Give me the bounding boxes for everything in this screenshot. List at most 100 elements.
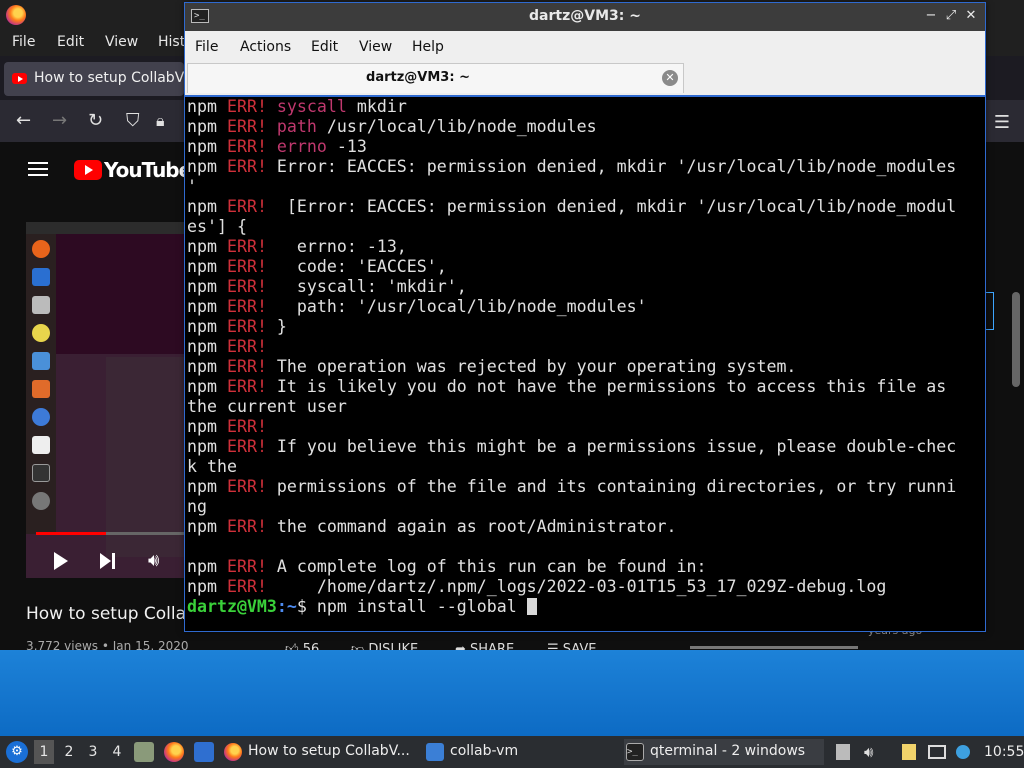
menu-view[interactable]: View bbox=[105, 34, 138, 50]
line-text: errno: -13, bbox=[266, 237, 407, 256]
line-text: npm bbox=[187, 437, 227, 456]
line-text: path: '/usr/local/lib/node_modules' bbox=[266, 297, 647, 316]
line-text: permissions of the file and its containi… bbox=[266, 477, 957, 496]
menu-view[interactable]: View bbox=[359, 39, 392, 55]
line-text: npm bbox=[187, 317, 227, 336]
prompt-path: :~ bbox=[276, 597, 297, 616]
video-frame-app-icon bbox=[32, 352, 50, 370]
line-text: /usr/local/lib/node_modules bbox=[316, 117, 597, 136]
terminal-tab[interactable]: dartz@VM3: ~ ✕ bbox=[187, 63, 684, 93]
restore-icon[interactable]: ⤢ bbox=[943, 8, 959, 23]
video-frame-app-icon bbox=[32, 268, 50, 286]
share-button[interactable]: ➦ SHARE bbox=[455, 642, 514, 650]
task-qterminal[interactable]: >_ qterminal - 2 windows bbox=[624, 739, 824, 765]
menu-help[interactable]: Help bbox=[412, 39, 444, 55]
play-icon[interactable] bbox=[54, 552, 68, 570]
taskbar: ⚙ 1 2 3 4 How to setup CollabV... collab… bbox=[0, 736, 1024, 768]
save-button[interactable]: ☰ SAVE bbox=[547, 642, 596, 650]
line-text: code: 'EACCES', bbox=[266, 257, 447, 276]
line-text: A complete log of this run can be found … bbox=[266, 557, 707, 576]
folder-icon bbox=[426, 743, 444, 761]
terminal-line: npm ERR! code: 'EACCES', bbox=[187, 257, 956, 277]
display-icon[interactable] bbox=[928, 745, 946, 759]
line-text: ' bbox=[187, 177, 197, 196]
browser-tab-youtube[interactable]: How to setup CollabVM bbox=[4, 62, 196, 96]
notes-icon[interactable] bbox=[902, 744, 916, 760]
share-label: SHARE bbox=[470, 642, 515, 650]
workspace-1[interactable]: 1 bbox=[34, 740, 54, 764]
youtube-logo-icon[interactable] bbox=[74, 160, 102, 180]
tab-close-icon[interactable]: ✕ bbox=[662, 70, 678, 86]
clipboard-icon[interactable] bbox=[836, 744, 850, 760]
menu-file[interactable]: File bbox=[12, 34, 35, 50]
terminal-prompt-line[interactable]: dartz@VM3:~$ npm install --global bbox=[187, 597, 956, 617]
browser-tab-title: How to setup CollabVM bbox=[34, 70, 197, 86]
next-icon[interactable] bbox=[100, 553, 116, 569]
video-frame-app-icon bbox=[32, 436, 50, 454]
terminal-line: npm ERR! } bbox=[187, 317, 956, 337]
reload-icon[interactable]: ↻ bbox=[88, 109, 103, 133]
menu-edit[interactable]: Edit bbox=[57, 34, 84, 50]
terminal-line: npm ERR! errno: -13, bbox=[187, 237, 956, 257]
menu-file[interactable]: File bbox=[195, 39, 218, 55]
video-frame-app-icon bbox=[32, 408, 50, 426]
video-frame-app-icon bbox=[32, 380, 50, 398]
page-scrollbar[interactable] bbox=[1012, 292, 1020, 387]
youtube-logo-text[interactable]: YouTube bbox=[104, 158, 192, 182]
terminal-line: es'] { bbox=[187, 217, 956, 237]
firefox-menu-icon[interactable]: ☰ bbox=[994, 112, 1010, 133]
video-progress-bar[interactable] bbox=[36, 532, 186, 535]
forward-arrow-icon[interactable]: → bbox=[52, 109, 67, 133]
line-text: npm bbox=[187, 297, 227, 316]
file-manager-launcher-icon[interactable] bbox=[134, 742, 154, 762]
video-frame-terminal bbox=[56, 234, 186, 354]
network-icon[interactable] bbox=[956, 745, 970, 759]
close-icon[interactable]: ✕ bbox=[963, 8, 979, 23]
dislike-button[interactable]: 👎︎ DISLIKE bbox=[351, 642, 418, 650]
volume-icon[interactable]: 🔊︎ bbox=[148, 550, 159, 571]
back-arrow-icon[interactable]: ← bbox=[16, 109, 31, 133]
terminal-menubar: File Actions Edit View Help bbox=[185, 31, 985, 63]
terminal-line: the current user bbox=[187, 397, 956, 417]
volume-icon[interactable]: 🔊︎ bbox=[864, 743, 873, 761]
start-menu-icon[interactable]: ⚙ bbox=[6, 741, 28, 763]
task-firefox[interactable]: How to setup CollabV... bbox=[222, 739, 418, 765]
menu-history[interactable]: Hist bbox=[158, 34, 185, 50]
shield-icon[interactable]: ⛉ bbox=[126, 109, 140, 133]
qterminal-window: >_ dartz@VM3: ~ − ⤢ ✕ File Actions Edit … bbox=[184, 2, 986, 632]
line-text: npm bbox=[187, 577, 227, 596]
workspace-4[interactable]: 4 bbox=[107, 744, 127, 760]
terminal-line: npm ERR! /home/dartz/.npm/_logs/2022-03-… bbox=[187, 577, 956, 597]
firefox-launcher-icon[interactable] bbox=[164, 742, 184, 762]
err-label: ERR! bbox=[226, 357, 267, 376]
lock-icon[interactable]: 🔒︎ bbox=[156, 109, 165, 133]
workspace-3[interactable]: 3 bbox=[83, 744, 103, 760]
line-text: /home/dartz/.npm/_logs/2022-03-01T15_53_… bbox=[266, 577, 887, 596]
terminal-line: npm ERR! bbox=[187, 337, 956, 357]
line-text: the current user bbox=[187, 397, 347, 416]
menu-edit[interactable]: Edit bbox=[311, 39, 338, 55]
terminal-line: npm ERR! [Error: EACCES: permission deni… bbox=[187, 197, 956, 217]
terminal-output[interactable]: npm ERR! syscall mkdir npm ERR! path /usr… bbox=[185, 95, 985, 631]
err-label: ERR! bbox=[226, 317, 267, 336]
youtube-menu-icon[interactable] bbox=[28, 162, 48, 176]
err-label: ERR! bbox=[226, 377, 267, 396]
video-frame-dock bbox=[26, 234, 56, 534]
workspace-2[interactable]: 2 bbox=[59, 744, 79, 760]
video-title: How to setup Collab bbox=[26, 604, 197, 624]
video-player[interactable]: 🔊︎ bbox=[26, 222, 186, 578]
task-collab-vm[interactable]: collab-vm bbox=[424, 739, 620, 765]
video-frame-app-icon bbox=[32, 464, 50, 482]
show-desktop-icon[interactable] bbox=[194, 742, 214, 762]
minimize-icon[interactable]: − bbox=[923, 8, 939, 23]
terminal-line: ng bbox=[187, 497, 956, 517]
err-label: ERR! bbox=[226, 257, 267, 276]
terminal-titlebar[interactable]: >_ dartz@VM3: ~ − ⤢ ✕ bbox=[185, 3, 985, 31]
line-text: npm bbox=[187, 277, 227, 296]
line-text: npm bbox=[187, 97, 227, 116]
like-button[interactable]: 👍︎ 56 bbox=[285, 642, 319, 650]
err-label: ERR! bbox=[226, 477, 267, 496]
menu-actions[interactable]: Actions bbox=[240, 39, 291, 55]
sidebar-card[interactable] bbox=[986, 292, 994, 330]
